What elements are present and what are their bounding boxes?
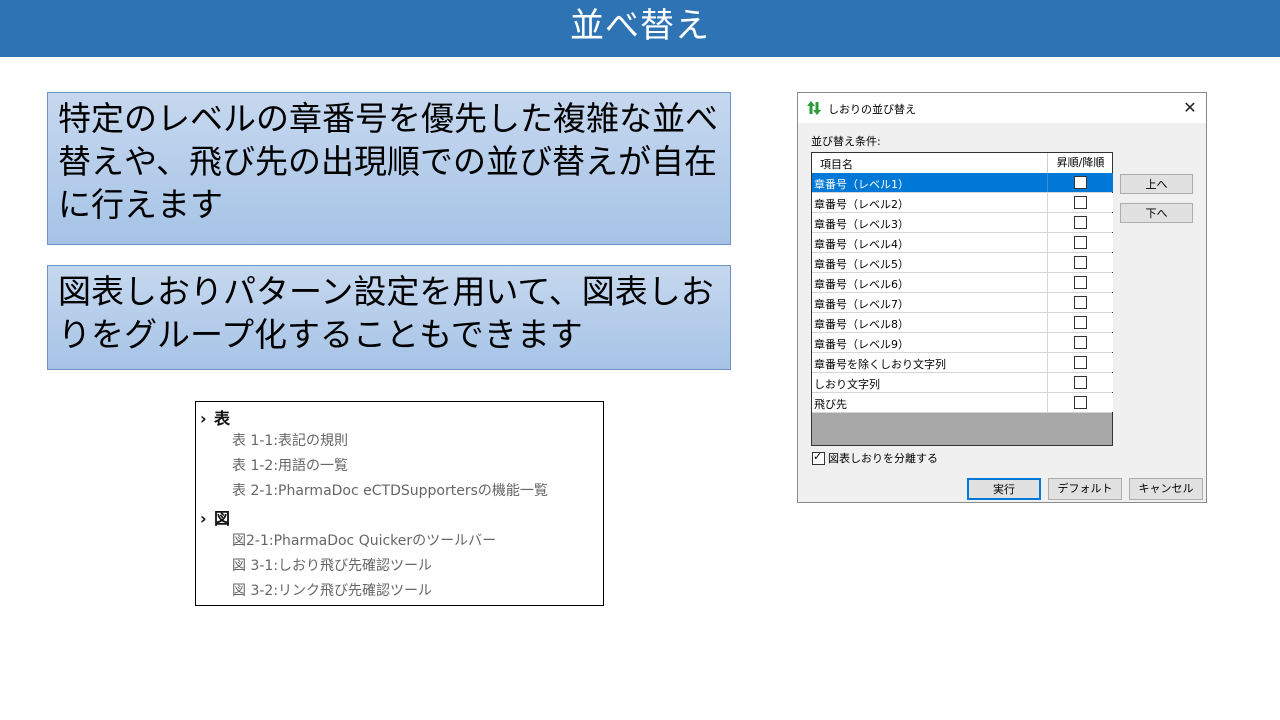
chevron-right-icon: › — [200, 509, 207, 528]
callout-group-description: 図表しおりパターン設定を用いて、図表しおりをグループ化することもできます — [47, 265, 731, 370]
sort-condition-row[interactable]: 章番号（レベル5） — [812, 253, 1113, 273]
separate-figure-table-label: 図表しおりを分離する — [828, 452, 938, 465]
row-label: 章番号（レベル9） — [814, 338, 909, 351]
sort-condition-row[interactable]: 章番号（レベル2） — [812, 193, 1113, 213]
sort-condition-grid[interactable]: 項目名 昇順/降順 章番号（レベル1） 章番号（レベル2） 章番号（レベル3） 章番号… — [811, 152, 1113, 446]
default-button[interactable]: デフォルト — [1048, 478, 1122, 500]
bookmark-preview: › 表 表 1-1:表記の規則 表 1-2:用語の一覧 表 2-1:PharmaD… — [195, 401, 604, 606]
sort-condition-row[interactable]: 章番号（レベル4） — [812, 233, 1113, 253]
descending-checkbox[interactable] — [1074, 236, 1087, 249]
checkmark-icon: ✓ — [813, 450, 823, 463]
row-label: 章番号（レベル1） — [814, 178, 909, 191]
sort-condition-label: 並び替え条件: — [811, 135, 881, 148]
grid-header: 項目名 昇順/降順 — [812, 153, 1112, 174]
sort-condition-row[interactable]: 章番号（レベル6） — [812, 273, 1113, 293]
move-up-button[interactable]: 上へ — [1120, 174, 1193, 194]
row-label: 章番号（レベル8） — [814, 318, 909, 331]
sort-condition-row[interactable]: しおり文字列 — [812, 373, 1113, 393]
descending-checkbox[interactable] — [1074, 276, 1087, 289]
bookmark-item[interactable]: 表 2-1:PharmaDoc eCTDSupportersの機能一覧 — [232, 480, 548, 500]
cancel-button[interactable]: キャンセル — [1129, 478, 1203, 500]
sort-order-cell — [1047, 293, 1113, 312]
title-bar: 並べ替え — [0, 0, 1280, 57]
bookmark-group-label: 表 — [214, 409, 231, 428]
descending-checkbox[interactable] — [1074, 356, 1087, 369]
row-label: 章番号を除くしおり文字列 — [814, 358, 946, 371]
sort-condition-row[interactable]: 章番号（レベル9） — [812, 333, 1113, 353]
row-label: 章番号（レベル2） — [814, 198, 909, 211]
sort-order-cell — [1047, 273, 1113, 292]
row-label: 章番号（レベル6） — [814, 278, 909, 291]
bookmark-group-table[interactable]: › 表 — [200, 405, 230, 429]
sort-arrows-icon — [807, 101, 821, 115]
bookmark-item[interactable]: 図 3-2:リンク飛び先確認ツール — [232, 580, 432, 600]
sort-condition-row[interactable]: 章番号（レベル3） — [812, 213, 1113, 233]
dialog-title: しおりの並び替え — [828, 103, 916, 116]
descending-checkbox[interactable] — [1074, 216, 1087, 229]
descending-checkbox[interactable] — [1074, 196, 1087, 209]
column-header-sort-order[interactable]: 昇順/降順 — [1047, 153, 1113, 173]
bookmark-item[interactable]: 表 1-1:表記の規則 — [232, 430, 348, 450]
descending-checkbox[interactable] — [1074, 376, 1087, 389]
close-icon[interactable]: ✕ — [1178, 96, 1202, 120]
sort-condition-row[interactable]: 飛び先 — [812, 393, 1113, 413]
descending-checkbox[interactable] — [1074, 396, 1087, 409]
run-button[interactable]: 実行 — [967, 478, 1041, 500]
dialog-titlebar[interactable]: しおりの並び替え ✕ — [798, 93, 1206, 123]
move-down-button[interactable]: 下へ — [1120, 203, 1193, 223]
sort-condition-row[interactable]: 章番号を除くしおり文字列 — [812, 353, 1113, 373]
sort-condition-row[interactable]: 章番号（レベル8） — [812, 313, 1113, 333]
sort-condition-row[interactable]: 章番号（レベル7） — [812, 293, 1113, 313]
row-label: 章番号（レベル5） — [814, 258, 909, 271]
column-header-name[interactable]: 項目名 — [820, 156, 853, 172]
descending-checkbox[interactable] — [1074, 256, 1087, 269]
row-label: 章番号（レベル4） — [814, 238, 909, 251]
sort-order-cell — [1047, 333, 1113, 352]
chevron-right-icon: › — [200, 409, 207, 428]
sort-condition-row[interactable]: 章番号（レベル1） — [812, 173, 1113, 193]
sort-order-cell — [1047, 173, 1113, 192]
descending-checkbox[interactable] — [1074, 316, 1087, 329]
sort-order-cell — [1047, 393, 1113, 412]
descending-checkbox[interactable] — [1074, 336, 1087, 349]
bookmark-item[interactable]: 図2-1:PharmaDoc Quickerのツールバー — [232, 530, 496, 550]
page-title: 並べ替え — [570, 6, 710, 46]
sort-order-cell — [1047, 193, 1113, 212]
sort-order-cell — [1047, 313, 1113, 332]
sort-order-cell — [1047, 233, 1113, 252]
sort-order-cell — [1047, 373, 1113, 392]
bookmark-group-figure[interactable]: › 図 — [200, 505, 230, 529]
sort-bookmarks-dialog: しおりの並び替え ✕ 並び替え条件: 項目名 昇順/降順 章番号（レベル1） 章番… — [797, 92, 1207, 503]
descending-checkbox[interactable] — [1074, 176, 1087, 189]
bookmark-group-label: 図 — [214, 509, 231, 528]
sort-order-cell — [1047, 213, 1113, 232]
row-label: 章番号（レベル3） — [814, 218, 909, 231]
sort-order-cell — [1047, 353, 1113, 372]
callout-sort-description: 特定のレベルの章番号を優先した複雑な並べ替えや、飛び先の出現順での並び替えが自在… — [47, 92, 731, 245]
bookmark-item[interactable]: 図 3-1:しおり飛び先確認ツール — [232, 555, 432, 575]
bookmark-item[interactable]: 表 1-2:用語の一覧 — [232, 455, 348, 475]
sort-order-cell — [1047, 253, 1113, 272]
separate-figure-table-checkbox[interactable]: ✓ — [812, 450, 825, 465]
row-label: 章番号（レベル7） — [814, 298, 909, 311]
row-label: 飛び先 — [814, 398, 847, 411]
descending-checkbox[interactable] — [1074, 296, 1087, 309]
row-label: しおり文字列 — [814, 378, 880, 391]
